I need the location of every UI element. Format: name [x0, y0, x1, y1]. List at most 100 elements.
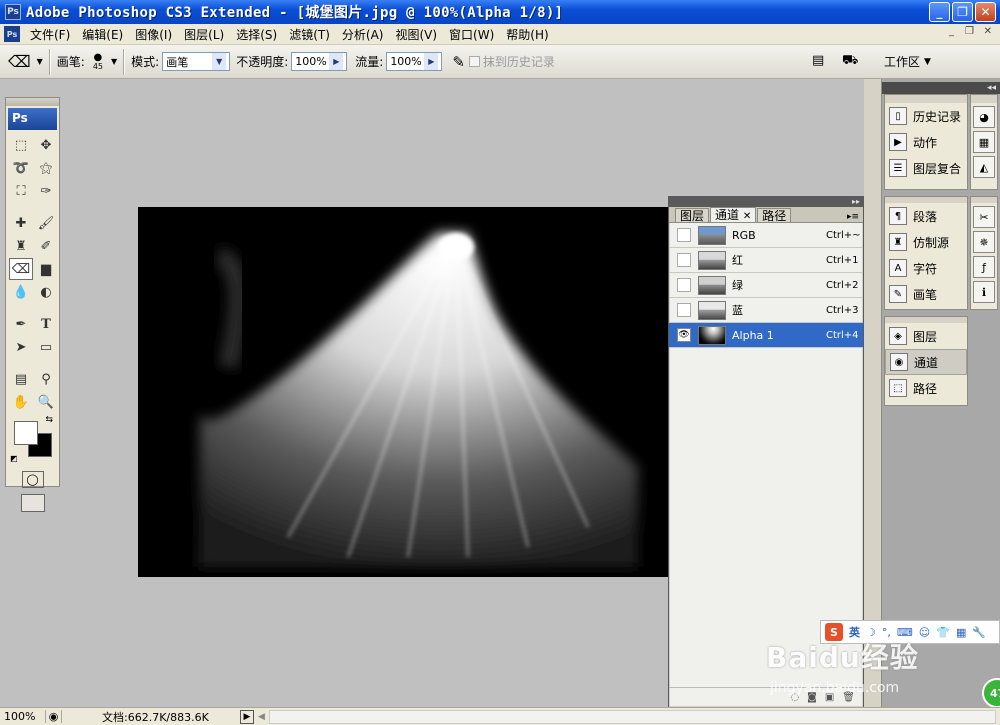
type-tool-icon[interactable]: T [34, 313, 58, 335]
palette-well-icon[interactable]: ▤ [812, 53, 824, 68]
clone-stamp-tool-icon[interactable]: ♜ [9, 235, 33, 257]
tool-presets-icon[interactable]: ✂ [973, 206, 995, 228]
color-panel-icon[interactable]: ◕ [973, 106, 995, 128]
mode-select[interactable]: 画笔 ▼ [162, 52, 231, 71]
marquee-tool-icon[interactable]: ⬚ [9, 134, 33, 156]
document-canvas[interactable] [138, 207, 668, 577]
menu-window[interactable]: 窗口(W) [443, 26, 500, 43]
shape-tool-icon[interactable]: ▭ [34, 336, 58, 358]
document-icon[interactable]: Ps [4, 26, 20, 42]
doc-minimize-button[interactable]: _ [949, 26, 954, 37]
close-icon[interactable]: ✕ [743, 211, 751, 222]
photoshop-app-icon[interactable]: Ps [5, 4, 21, 20]
menu-layer[interactable]: 图层(L) [178, 26, 230, 43]
panel-menu-icon[interactable]: ▸≡ [847, 212, 859, 222]
blur-tool-icon[interactable]: 💧 [9, 281, 33, 303]
channels-panel-collapse-button[interactable]: ▸▸ [669, 197, 863, 207]
status-expand-arrow-icon[interactable]: ▶ [240, 709, 254, 724]
dock-item-history[interactable]: ▯ 历史记录 [885, 103, 967, 129]
status-menu-icon[interactable]: ◉ [46, 710, 62, 723]
crop-tool-icon[interactable]: ⛶ [9, 180, 33, 202]
hand-tool-icon[interactable]: ✋ [9, 391, 33, 413]
menu-help[interactable]: 帮助(H) [500, 26, 554, 43]
opacity-slider-arrow-icon[interactable]: ▶ [329, 53, 344, 70]
dock-group-grip[interactable] [971, 95, 997, 103]
dock-item-layers[interactable]: ◈ 图层 [885, 323, 967, 349]
swap-colors-icon[interactable]: ⇆ [45, 415, 53, 425]
menu-view[interactable]: 视图(V) [389, 26, 443, 43]
close-button[interactable]: ✕ [975, 2, 996, 22]
default-colors-icon[interactable]: ◩ [10, 454, 18, 463]
menu-edit[interactable]: 编辑(E) [76, 26, 129, 43]
photoshop-logo[interactable]: Ps [8, 108, 57, 130]
gradient-tool-icon[interactable]: ▆ [34, 258, 58, 280]
visibility-toggle[interactable] [677, 303, 691, 317]
quick-mask-icon[interactable]: ◯ [21, 471, 44, 488]
visibility-toggle[interactable] [677, 228, 691, 242]
dock-item-paths[interactable]: ⬚ 路径 [885, 375, 967, 401]
channel-row-alpha-1[interactable]: 👁 Alpha 1 Ctrl+4 [669, 323, 863, 348]
notes-tool-icon[interactable]: ▤ [9, 368, 33, 390]
horizontal-scrollbar[interactable] [268, 709, 996, 724]
foreground-color-swatch[interactable] [14, 421, 38, 445]
tab-layers[interactable]: 图层 [675, 208, 710, 223]
dock-item-layer-comps[interactable]: ☰ 图层复合 [885, 155, 967, 181]
dock-item-paragraph[interactable]: ¶ 段落 [885, 203, 967, 229]
lasso-tool-icon[interactable]: ➰ [9, 157, 33, 179]
flow-field[interactable]: 100% ▶ [386, 52, 443, 71]
dock-item-brushes[interactable]: ✎ 画笔 [885, 281, 967, 307]
workspace-menu[interactable]: 工作区 ▼ [884, 53, 931, 70]
magic-wand-tool-icon[interactable]: ⚝ [34, 157, 58, 179]
opacity-field[interactable]: 100% ▶ [291, 52, 348, 71]
zoom-tool-icon[interactable]: 🔍 [34, 391, 58, 413]
info-icon[interactable]: ℹ [973, 281, 995, 303]
dock-item-channels[interactable]: ◉ 通道 [885, 349, 967, 375]
visibility-toggle[interactable] [677, 253, 691, 267]
flow-slider-arrow-icon[interactable]: ▶ [424, 53, 439, 70]
menu-select[interactable]: 选择(S) [230, 26, 283, 43]
channel-row-rgb[interactable]: RGB Ctrl+~ [669, 223, 863, 248]
navigator-icon[interactable]: ✵ [973, 231, 995, 253]
channel-row-blue[interactable]: 蓝 Ctrl+3 [669, 298, 863, 323]
tool-preset-dropdown-arrow-icon[interactable]: ▼ [37, 57, 43, 66]
eraser-tool-preset-icon[interactable]: ⌫ [8, 52, 31, 71]
toolbox-grip[interactable] [6, 98, 59, 106]
dock-collapse-button[interactable]: ◂◂ [882, 82, 1000, 94]
swatches-panel-icon[interactable]: ▦ [973, 131, 995, 153]
brush-tool-icon[interactable]: 🖌 [34, 212, 58, 234]
minimize-button[interactable]: _ [929, 2, 950, 22]
restore-button[interactable]: ❐ [952, 2, 973, 22]
menu-filter[interactable]: 滤镜(T) [283, 26, 336, 43]
airbrush-icon[interactable]: ✎ [452, 53, 465, 71]
zoom-level[interactable]: 100% [0, 710, 46, 723]
healing-brush-tool-icon[interactable]: ✚ [9, 212, 33, 234]
styles-panel-icon[interactable]: ◭ [973, 156, 995, 178]
move-tool-icon[interactable]: ✥ [34, 134, 58, 156]
dock-item-clone-source[interactable]: ♜ 仿制源 [885, 229, 967, 255]
history-brush-tool-icon[interactable]: ✐ [34, 235, 58, 257]
eye-icon[interactable]: 👁 [677, 328, 691, 342]
visibility-toggle[interactable] [677, 278, 691, 292]
dock-group-grip[interactable] [971, 197, 997, 203]
tab-paths[interactable]: 路径 [757, 208, 792, 223]
brush-dropdown-arrow-icon[interactable]: ▼ [111, 57, 117, 66]
eyedropper-tool-icon[interactable]: ⚲ [34, 368, 58, 390]
tab-channels[interactable]: 通道 ✕ [710, 207, 757, 222]
eraser-tool-icon[interactable]: ⌫ [9, 258, 33, 280]
menu-analysis[interactable]: 分析(A) [336, 26, 390, 43]
bridge-icon[interactable]: ⛟ [842, 53, 858, 70]
pen-tool-icon[interactable]: ✒ [9, 313, 33, 335]
dock-item-actions[interactable]: ▶ 动作 [885, 129, 967, 155]
doc-close-button[interactable]: ✕ [984, 26, 992, 37]
path-selection-tool-icon[interactable]: ➤ [9, 336, 33, 358]
menu-file[interactable]: 文件(F) [24, 26, 76, 43]
slice-tool-icon[interactable]: ✑ [34, 180, 58, 202]
erase-to-history-checkbox[interactable] [468, 56, 480, 67]
dock-group-grip[interactable] [885, 95, 967, 103]
menu-image[interactable]: 图像(I) [129, 26, 178, 43]
channel-row-red[interactable]: 红 Ctrl+1 [669, 248, 863, 273]
channel-row-green[interactable]: 绿 Ctrl+2 [669, 273, 863, 298]
doc-restore-button[interactable]: ❐ [965, 26, 974, 37]
brush-picker[interactable]: ● 45 [93, 52, 103, 71]
horizontal-scrollbar-left-icon[interactable]: ◀ [258, 712, 265, 722]
